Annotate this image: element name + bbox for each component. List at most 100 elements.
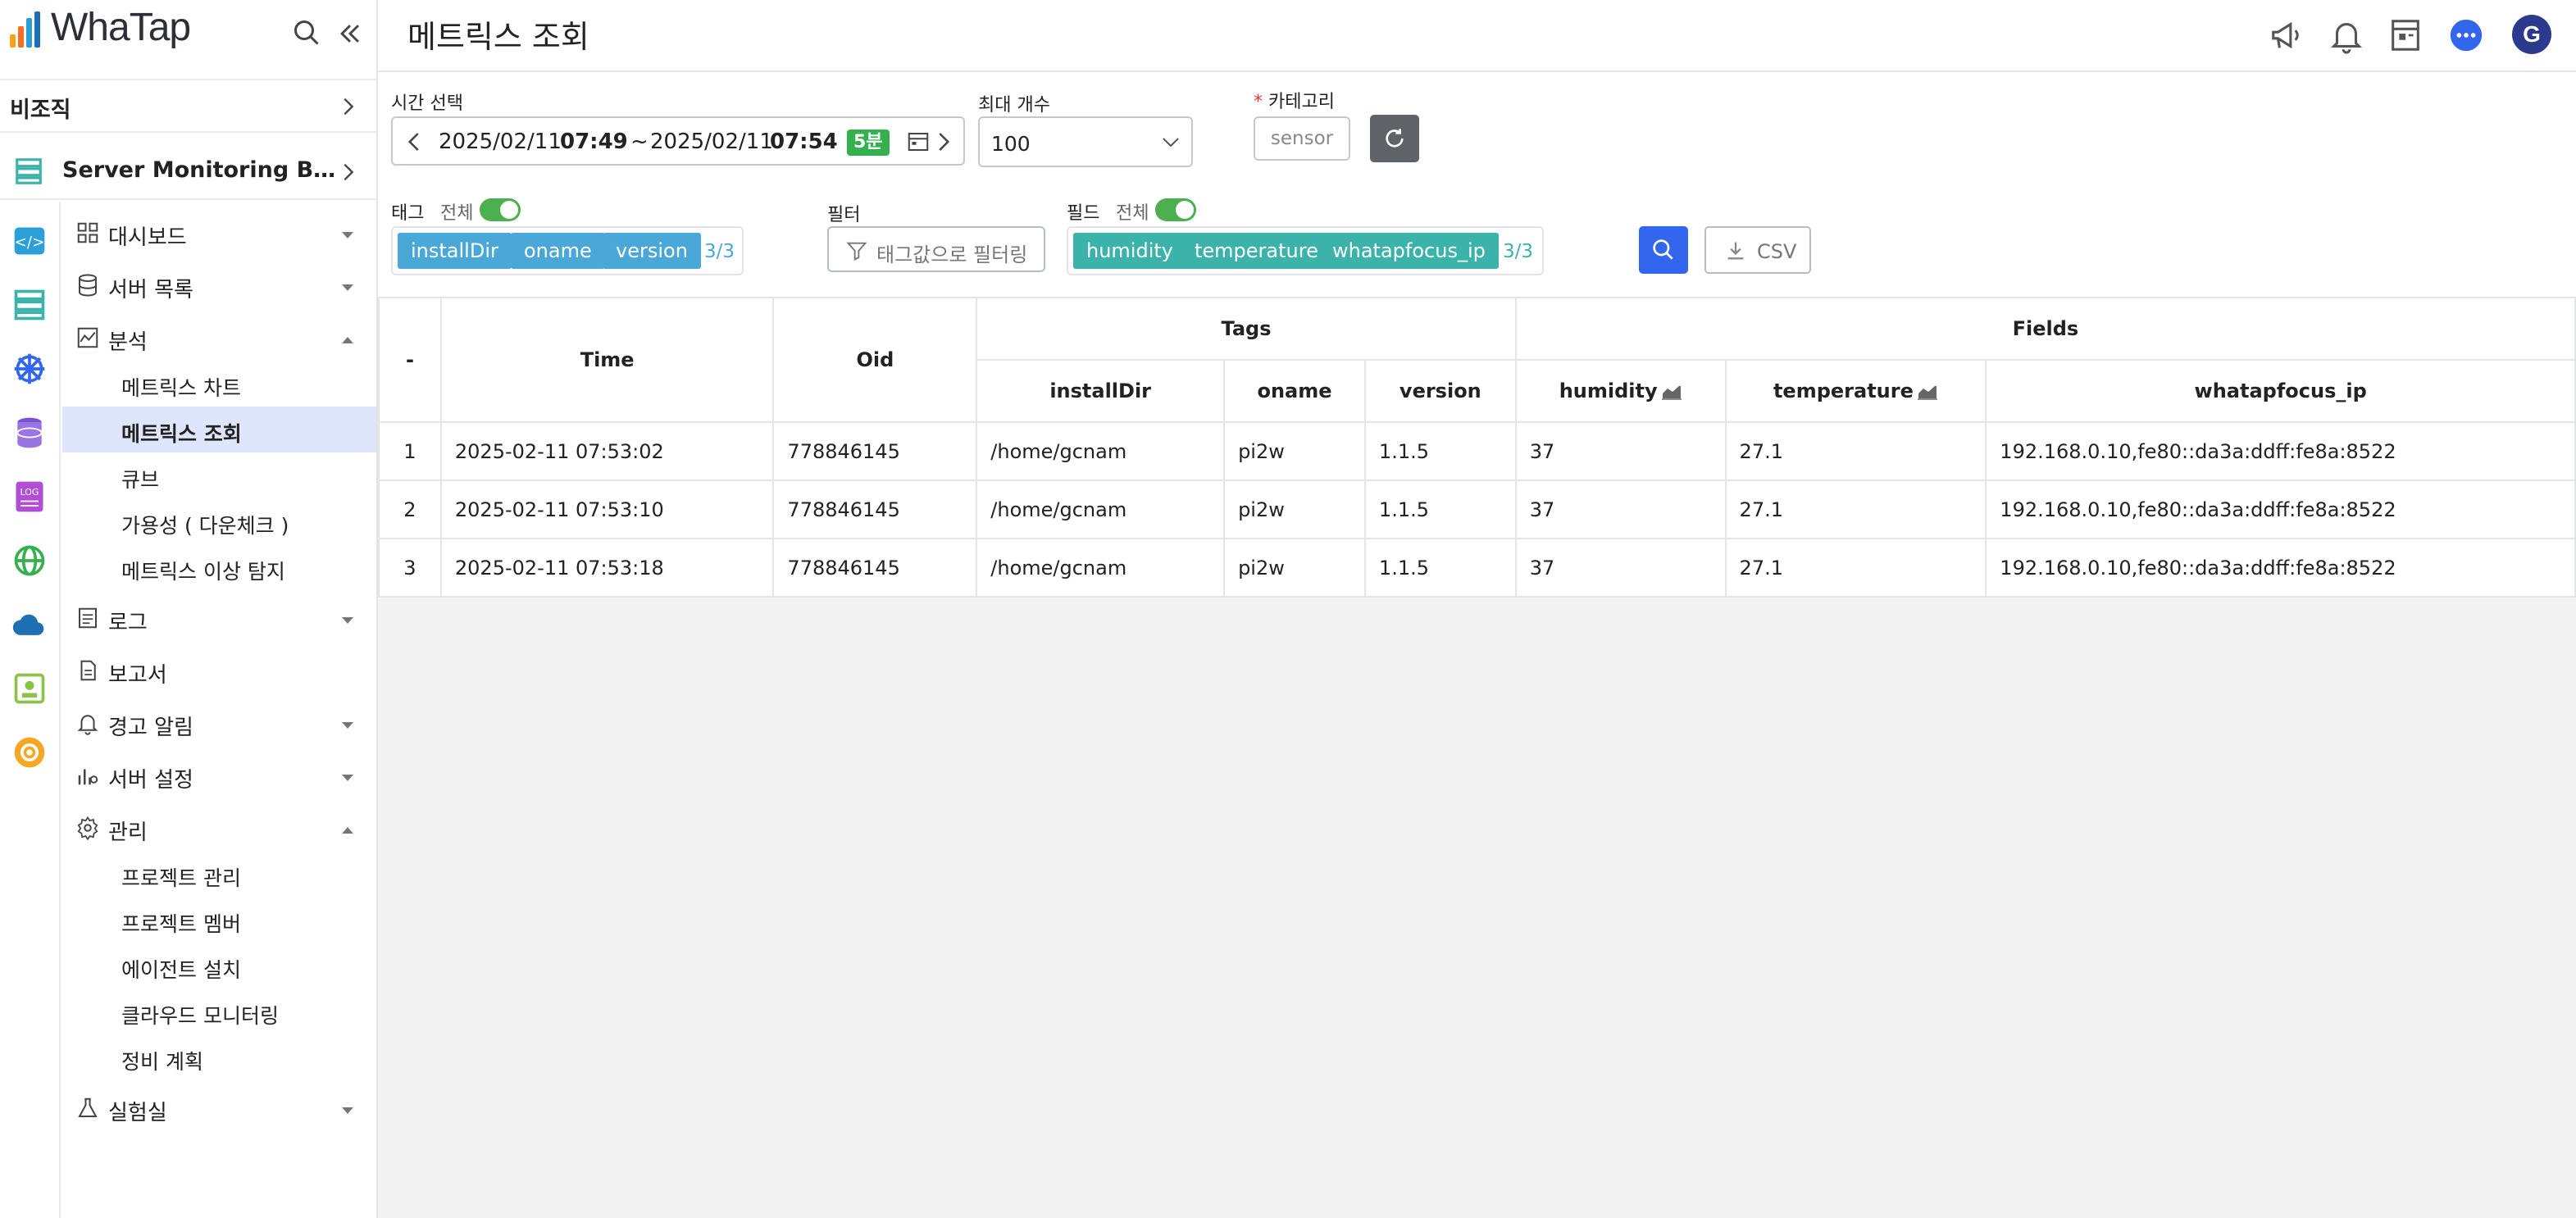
field-chip-group: humidity temperature whatapfocus_ip 3/3 [1067, 226, 1544, 275]
submenu-agent-install[interactable]: 에이전트 설치 [62, 943, 376, 988]
caret-down-icon [340, 718, 355, 729]
submenu-availability[interactable]: 가용성 ( 다운체크 ) [62, 498, 376, 544]
tag-chip-version[interactable]: version [603, 233, 701, 269]
cell-humidity: 37 [1514, 421, 1727, 481]
caret-down-icon [340, 280, 355, 291]
kubernetes-product-icon[interactable] [11, 351, 48, 387]
col-humidity-header[interactable]: humidity [1514, 359, 1727, 423]
time-range-picker[interactable]: 2025/02/11 07:49 ~ 2025/02/11 07:54 5분 [391, 116, 965, 166]
duration-badge[interactable]: 5분 [847, 130, 890, 156]
submenu-label: 메트릭스 조회 [121, 422, 242, 446]
database-product-icon[interactable] [11, 415, 48, 451]
code-product-icon[interactable]: </> [11, 223, 48, 259]
field-chip-temperature[interactable]: temperature [1181, 233, 1331, 269]
user-avatar[interactable]: G [2512, 15, 2551, 54]
cell-whatapfocus-ip: 192.168.0.10,fe80::da3a:ddff:fe8a:8522 [1985, 538, 2576, 598]
calendar-icon[interactable] [906, 130, 931, 154]
filter-icon [846, 242, 867, 261]
area-chart-icon[interactable] [1661, 384, 1682, 400]
col-whatapfocus-ip-header[interactable]: whatapfocus_ip [1985, 359, 2576, 423]
cloud-product-icon[interactable] [11, 607, 48, 643]
megaphone-icon[interactable] [2269, 16, 2306, 54]
menu-analysis[interactable]: 분석 [62, 315, 376, 361]
collapse-sidebar-icon[interactable] [336, 20, 364, 48]
submenu-project-members[interactable]: 프로젝트 멤버 [62, 897, 376, 943]
submenu-cloud-monitoring[interactable]: 클라우드 모니터링 [62, 988, 376, 1034]
tag-chip-oname[interactable]: oname [511, 233, 605, 269]
col-version-header[interactable]: version [1363, 359, 1517, 423]
menu-report[interactable]: 보고서 [62, 648, 376, 693]
category-label: * 카테고리 [1254, 87, 1335, 113]
cell-version: 1.1.5 [1363, 421, 1517, 481]
submenu-label: 에이전트 설치 [121, 958, 241, 982]
csv-download-button[interactable]: CSV [1704, 226, 1811, 274]
submenu-label: 가용성 ( 다운체크 ) [121, 514, 289, 538]
menu-server-settings[interactable]: 서버 설정 [62, 752, 376, 798]
network-product-icon[interactable] [11, 543, 48, 579]
cell-whatapfocus-ip: 192.168.0.10,fe80::da3a:ddff:fe8a:8522 [1985, 421, 2576, 481]
max-count-select[interactable]: 100 [978, 116, 1193, 167]
caret-down-icon [340, 613, 355, 624]
chevron-down-icon [1162, 136, 1180, 149]
chevron-left-icon[interactable] [403, 130, 427, 154]
menu-server-list[interactable]: 서버 목록 [62, 262, 376, 308]
cell-temperature: 27.1 [1724, 538, 1987, 598]
url-monitoring-product-icon[interactable] [11, 734, 48, 770]
refresh-button[interactable] [1370, 115, 1419, 162]
menu-label: 분석 [108, 330, 148, 355]
submenu-project-management[interactable]: 프로젝트 관리 [62, 851, 376, 897]
cell-oname: pi2w [1223, 538, 1366, 598]
menu-lab[interactable]: 실험실 [62, 1085, 376, 1131]
browser-product-icon[interactable] [11, 670, 48, 707]
menu-label: 서버 목록 [108, 278, 193, 302]
menu-alert[interactable]: 경고 알림 [62, 700, 376, 746]
chevron-right-icon [337, 95, 360, 118]
menu-dashboard[interactable]: 대시보드 [62, 210, 376, 256]
bell-icon[interactable] [2328, 16, 2365, 54]
cell-humidity: 37 [1514, 538, 1727, 598]
col-oname-header[interactable]: oname [1223, 359, 1366, 423]
submenu-label: 메트릭스 이상 탐지 [121, 560, 285, 584]
field-chip-whatapfocus-ip[interactable]: whatapfocus_ip [1319, 233, 1499, 269]
field-label: 필드 [1067, 203, 1100, 224]
menu-log[interactable]: 로그 [62, 595, 376, 641]
col-temperature-label: temperature [1773, 379, 1914, 402]
search-icon[interactable] [292, 18, 321, 48]
field-chip-humidity[interactable]: humidity [1073, 233, 1186, 269]
max-count-label: 최대 개수 [978, 95, 1050, 116]
field-all-toggle[interactable] [1155, 198, 1196, 221]
submenu-metrics-query[interactable]: 메트릭스 조회 [62, 407, 376, 452]
chevron-right-icon[interactable] [931, 130, 955, 154]
submenu-metrics-chart[interactable]: 메트릭스 차트 [62, 361, 376, 407]
area-chart-icon[interactable] [1917, 384, 1938, 400]
project-name: Server Monitoring By Gic... [62, 157, 341, 183]
col-installdir-header[interactable]: installDir [976, 359, 1226, 423]
cell-oname: pi2w [1223, 421, 1366, 481]
server-product-icon[interactable] [11, 287, 48, 323]
product-rail: </> LOG [0, 202, 61, 1218]
time-separator: ~ [630, 130, 649, 154]
tag-all-toggle[interactable] [480, 198, 521, 221]
project-selector[interactable]: Server Monitoring By Gic... [0, 143, 376, 200]
submenu-anomaly-detection[interactable]: 메트릭스 이상 탐지 [62, 544, 376, 590]
submenu-maintenance-plan[interactable]: 정비 계획 [62, 1034, 376, 1080]
filter-label: 필터 [827, 205, 861, 225]
submenu-label: 큐브 [121, 468, 160, 492]
col-oid-header[interactable]: Oid [772, 297, 978, 423]
query-controls: 시간 선택 2025/02/11 07:49 ~ 2025/02/11 07:5… [378, 74, 2576, 297]
col-temperature-header[interactable]: temperature [1724, 359, 1987, 423]
submenu-cube[interactable]: 큐브 [62, 452, 376, 498]
tag-filter-button[interactable]: 태그값으로 필터링 [827, 226, 1045, 272]
caret-down-icon [340, 770, 355, 781]
log-product-icon[interactable]: LOG [11, 479, 48, 515]
fields-group-header: Fields [1514, 297, 2576, 361]
chat-icon[interactable] [2447, 16, 2485, 54]
category-sensor-button[interactable]: sensor [1254, 116, 1350, 161]
menu-admin[interactable]: 관리 [62, 805, 376, 851]
col-time-header[interactable]: Time [439, 297, 775, 423]
organization-selector[interactable]: 비조직 [0, 79, 376, 133]
organization-label: 비조직 [10, 98, 71, 123]
tag-chip-installdir[interactable]: installDir [398, 233, 512, 269]
search-button[interactable] [1639, 226, 1688, 274]
news-icon[interactable] [2387, 16, 2424, 54]
